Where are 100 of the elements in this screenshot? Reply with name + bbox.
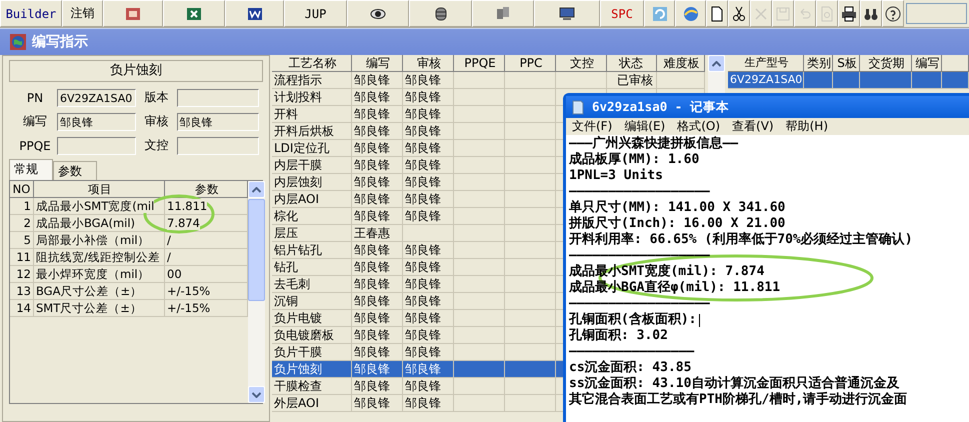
printer-icon[interactable] bbox=[841, 6, 857, 22]
table-cell: 邹良锋 bbox=[403, 208, 454, 224]
monitor-icon[interactable] bbox=[559, 6, 575, 22]
table-cell: 邹良锋 bbox=[352, 191, 403, 207]
table-cell: 负电镀磨板 bbox=[272, 327, 352, 343]
table-cell: 邹良锋 bbox=[352, 276, 403, 292]
input-field[interactable]: 6V29ZA1SA0 bbox=[56, 88, 136, 106]
table-cell: 局部最小补偿（mil） bbox=[34, 232, 165, 248]
scroll-up-button[interactable] bbox=[708, 55, 725, 72]
input-field[interactable] bbox=[176, 136, 259, 154]
slides-icon[interactable] bbox=[125, 6, 141, 22]
column-header[interactable]: 交货期 bbox=[860, 55, 912, 71]
field-label: 版本 bbox=[144, 89, 170, 106]
help-icon[interactable] bbox=[885, 6, 901, 22]
column-header[interactable]: 状态 bbox=[607, 55, 657, 71]
table-cell: 2 bbox=[10, 215, 34, 231]
table-cell: 已审核 bbox=[607, 72, 657, 88]
column-header[interactable]: 生产型号 bbox=[728, 55, 804, 71]
toolbar-button[interactable]: Builder bbox=[0, 0, 62, 27]
column-header[interactable]: 编写 bbox=[352, 55, 403, 71]
notepad-icon bbox=[572, 100, 584, 114]
window-title: 编写指示 bbox=[32, 33, 88, 51]
table-cell: 邹良锋 bbox=[403, 276, 454, 292]
input-field[interactable]: 邹良锋 bbox=[56, 112, 136, 130]
table-cell: +/-15% bbox=[165, 300, 248, 316]
column-header[interactable]: 工艺名称 bbox=[272, 55, 352, 71]
table-cell: 阻抗线宽/线距控制公差 bbox=[34, 249, 165, 265]
table-cell: 邹良锋 bbox=[403, 344, 454, 360]
table-cell: 邹良锋 bbox=[352, 310, 403, 326]
table-cell: 邹良锋 bbox=[403, 259, 454, 275]
caret-up-icon bbox=[712, 60, 721, 66]
table-cell: 沉铜 bbox=[272, 293, 352, 309]
table-cell: 邹良锋 bbox=[403, 89, 454, 105]
column-header[interactable]: 类别 bbox=[804, 55, 834, 71]
table-cell: 邹良锋 bbox=[352, 242, 403, 258]
input-field[interactable] bbox=[176, 88, 259, 106]
menu-item[interactable]: 帮助(H) bbox=[786, 118, 828, 135]
toolbar-field[interactable] bbox=[906, 3, 967, 24]
globe-icon[interactable] bbox=[682, 6, 698, 22]
input-field[interactable]: 邹良锋 bbox=[176, 112, 259, 130]
table-cell: 邹良锋 bbox=[403, 72, 454, 88]
column-header[interactable]: PPQE bbox=[454, 55, 505, 71]
document-icon[interactable] bbox=[246, 6, 262, 22]
tab[interactable]: 参数 bbox=[53, 161, 97, 180]
toolbar-button[interactable]: 注销 bbox=[62, 0, 103, 27]
table-cell: 邹良锋 bbox=[403, 242, 454, 258]
table-cell: 邹良锋 bbox=[352, 106, 403, 122]
tab[interactable]: 常规 bbox=[9, 159, 53, 180]
column-header[interactable]: PPC bbox=[505, 55, 556, 71]
table-cell: 邹良锋 bbox=[403, 174, 454, 190]
table-cell: 邹良锋 bbox=[403, 327, 454, 343]
selected-row[interactable]: 6V29ZA1SA0 bbox=[728, 72, 969, 89]
spreadsheet-icon[interactable] bbox=[186, 6, 202, 22]
toolbar-button[interactable]: SPC bbox=[600, 0, 644, 27]
table-cell: 钻孔 bbox=[272, 259, 352, 275]
scroll-thumb[interactable] bbox=[248, 199, 265, 301]
field-label: 编写 bbox=[22, 113, 48, 130]
scroll-up-button[interactable] bbox=[248, 181, 265, 198]
column-header[interactable]: S板 bbox=[833, 55, 860, 71]
table-cell: 5 bbox=[10, 232, 34, 248]
table-cell: 干膜检查 bbox=[272, 378, 352, 394]
table-cell: 计划投料 bbox=[272, 89, 352, 105]
menu-item[interactable]: 查看(V) bbox=[732, 118, 774, 135]
new-file-icon[interactable] bbox=[709, 6, 725, 22]
globe-icon bbox=[10, 34, 26, 50]
table-row[interactable]: 流程指示 邹良锋 邹良锋 已审核 bbox=[272, 72, 705, 89]
servers-icon[interactable] bbox=[495, 6, 511, 22]
table-cell: 开料 bbox=[272, 106, 352, 122]
table-cell: 邹良锋 bbox=[352, 157, 403, 173]
table-cell: 邹良锋 bbox=[403, 361, 454, 377]
scrollbar[interactable] bbox=[248, 181, 265, 403]
input-field[interactable] bbox=[56, 136, 136, 154]
table-cell: 邹良锋 bbox=[352, 140, 403, 156]
table-cell: 成品最小SMT宽度(mil bbox=[34, 198, 165, 214]
table-cell: 邹良锋 bbox=[352, 208, 403, 224]
table-cell: 内层蚀刻 bbox=[272, 174, 352, 190]
column-header[interactable]: 项目 bbox=[34, 181, 165, 197]
table-cell: 开料后烘板 bbox=[272, 123, 352, 139]
table-cell: 邹良锋 bbox=[352, 174, 403, 190]
column-header[interactable]: 编写 bbox=[912, 55, 942, 71]
table-cell: 负片电镀 bbox=[272, 310, 352, 326]
table-cell: 邹良锋 bbox=[352, 344, 403, 360]
table-cell: 邹良锋 bbox=[352, 378, 403, 394]
cut-icon[interactable] bbox=[731, 6, 747, 22]
column-header[interactable]: 难度板 bbox=[657, 55, 705, 71]
database-icon[interactable] bbox=[432, 6, 448, 22]
table-cell: 邹良锋 bbox=[352, 72, 403, 88]
column-header[interactable]: NO bbox=[10, 181, 34, 197]
scroll-down-button[interactable] bbox=[248, 386, 265, 403]
table-cell: BGA尺寸公差（±） bbox=[34, 283, 165, 299]
toolbar-button[interactable]: JUP bbox=[284, 0, 347, 27]
table-cell: 邹良锋 bbox=[352, 89, 403, 105]
table-cell: 负片蚀刻 bbox=[272, 361, 352, 377]
text-line: cs沉金面积: 43.85 bbox=[569, 360, 692, 376]
table-cell: 邹良锋 bbox=[403, 140, 454, 156]
field-label: 审核 bbox=[144, 113, 170, 130]
caret-up-icon bbox=[252, 186, 261, 192]
column-header[interactable]: 审核 bbox=[403, 55, 454, 71]
column-header[interactable]: 文控 bbox=[556, 55, 607, 71]
table-cell: +/-15% bbox=[165, 283, 248, 299]
